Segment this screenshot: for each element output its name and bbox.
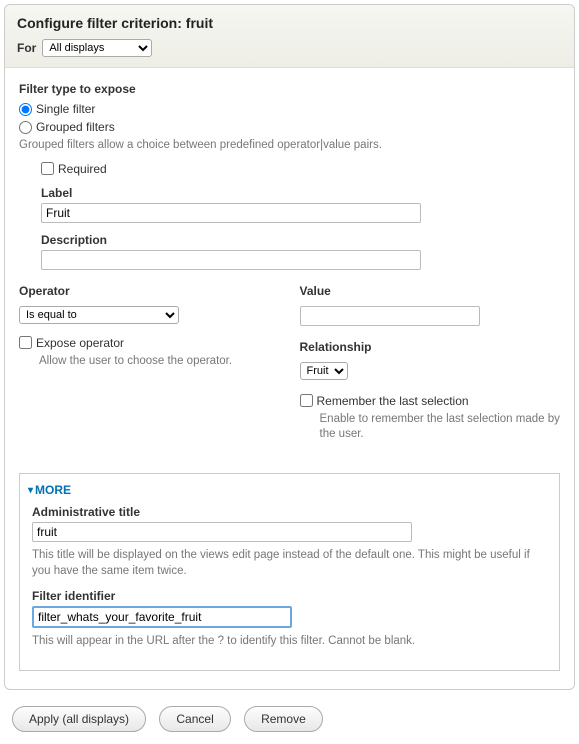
grouped-filter-row[interactable]: Grouped filters: [19, 120, 560, 134]
filter-type-heading: Filter type to expose: [19, 82, 560, 96]
cancel-button[interactable]: Cancel: [159, 706, 230, 732]
label-label: Label: [41, 186, 560, 200]
relationship-select[interactable]: Fruit: [300, 362, 348, 380]
dialog-footer: Apply (all displays) Cancel Remove: [0, 694, 579, 744]
expose-operator-help: Allow the user to choose the operator.: [39, 354, 280, 370]
filter-id-label: Filter identifier: [32, 589, 547, 603]
expose-operator-label: Expose operator: [36, 336, 124, 350]
value-input[interactable]: [300, 306, 480, 326]
dialog: Configure filter criterion: fruit For Al…: [4, 4, 575, 690]
grouped-filter-label: Grouped filters: [36, 120, 115, 134]
grouped-filter-radio[interactable]: [19, 121, 32, 134]
for-row: For All displays: [17, 39, 562, 57]
required-label: Required: [58, 162, 107, 176]
triangle-down-icon: ▾: [28, 485, 33, 496]
operator-label: Operator: [19, 284, 280, 298]
more-toggle[interactable]: ▾ MORE: [28, 483, 71, 497]
value-label: Value: [300, 284, 561, 298]
description-label: Description: [41, 233, 560, 247]
filter-id-help: This will appear in the URL after the ? …: [32, 634, 547, 650]
remove-button[interactable]: Remove: [244, 706, 323, 732]
remember-checkbox[interactable]: [300, 394, 313, 407]
dialog-body: Filter type to expose Single filter Grou…: [5, 68, 574, 689]
single-filter-radio[interactable]: [19, 103, 32, 116]
relationship-label: Relationship: [300, 340, 561, 354]
admin-title-input[interactable]: [32, 522, 412, 542]
more-label: MORE: [35, 483, 71, 497]
operator-select[interactable]: Is equal to: [19, 306, 179, 324]
admin-title-help: This title will be displayed on the view…: [32, 548, 547, 579]
admin-title-label: Administrative title: [32, 505, 547, 519]
dialog-header: Configure filter criterion: fruit For Al…: [5, 5, 574, 68]
filter-settings: Required Label Description: [41, 162, 560, 270]
expose-operator-checkbox[interactable]: [19, 336, 32, 349]
remember-help: Enable to remember the last selection ma…: [320, 412, 561, 443]
label-input[interactable]: [41, 203, 421, 223]
single-filter-label: Single filter: [36, 102, 95, 116]
grouped-help: Grouped filters allow a choice between p…: [19, 138, 560, 154]
for-select[interactable]: All displays: [42, 39, 152, 57]
filter-id-input[interactable]: [32, 606, 292, 628]
expose-operator-row[interactable]: Expose operator: [19, 336, 280, 350]
description-input[interactable]: [41, 250, 421, 270]
dialog-title: Configure filter criterion: fruit: [17, 15, 562, 31]
right-col: Value Relationship Fruit Remember the la…: [300, 284, 561, 451]
more-section: ▾ MORE Administrative title This title w…: [19, 473, 560, 671]
remember-row[interactable]: Remember the last selection: [300, 394, 561, 408]
apply-button[interactable]: Apply (all displays): [12, 706, 146, 732]
required-checkbox[interactable]: [41, 162, 54, 175]
single-filter-row[interactable]: Single filter: [19, 102, 560, 116]
for-label: For: [17, 41, 36, 55]
two-columns: Operator Is equal to Expose operator All…: [19, 284, 560, 451]
remember-label: Remember the last selection: [317, 394, 469, 408]
left-col: Operator Is equal to Expose operator All…: [19, 284, 280, 451]
required-row[interactable]: Required: [41, 162, 560, 176]
